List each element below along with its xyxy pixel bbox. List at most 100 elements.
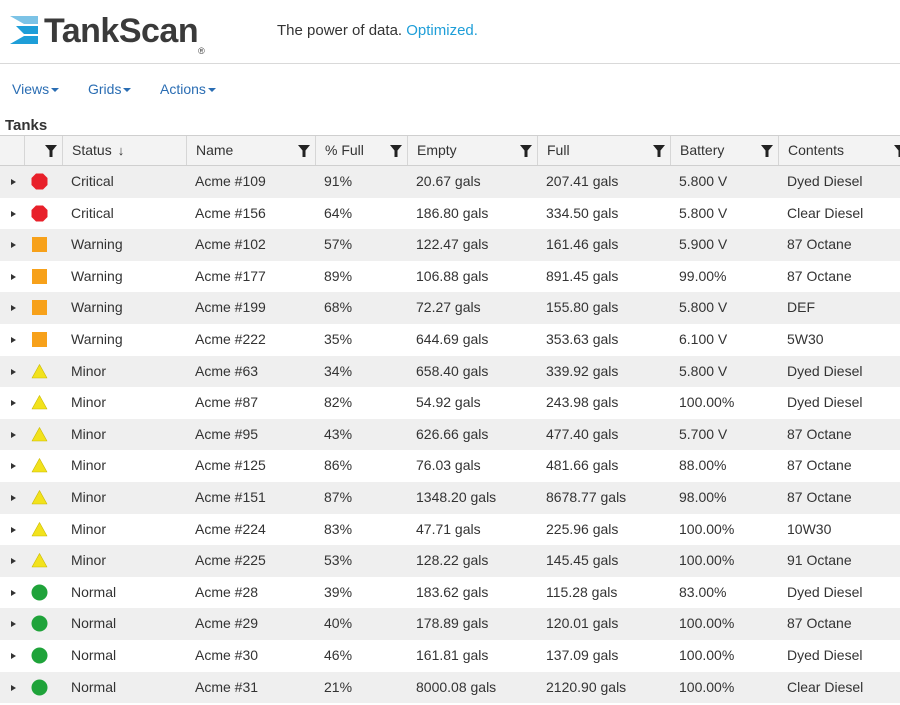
table-row[interactable]: Normal Acme #29 40% 178.89 gals 120.01 gals 1…	[0, 608, 900, 640]
table-row[interactable]: Warning Acme #102 57% 122.47 gals 161.46 gal…	[0, 229, 900, 261]
empty-cell: 76.03 gals	[416, 457, 481, 474]
app-name: TankScan	[44, 12, 199, 50]
column-header-battery[interactable]: Battery	[671, 136, 779, 165]
status-icon-column-header[interactable]	[25, 136, 63, 165]
minor-triangle-icon	[31, 490, 48, 505]
filter-icon[interactable]	[653, 145, 665, 157]
filter-icon[interactable]	[45, 145, 57, 157]
column-header-empty[interactable]: Empty	[408, 136, 538, 165]
pct-full-cell: 91%	[324, 173, 353, 189]
expander-column-header	[0, 136, 25, 165]
filter-icon[interactable]	[390, 145, 402, 157]
warning-square-icon	[32, 331, 47, 347]
expand-row-icon[interactable]	[11, 242, 16, 249]
full-cell: 207.41 gals	[546, 173, 619, 189]
table-row[interactable]: Normal Acme #30 46% 161.81 gals 137.09 gals 1…	[0, 640, 900, 672]
empty-cell: 106.88 gals	[416, 267, 489, 284]
table-row[interactable]: Minor Acme #95 43% 626.66 gals 477.40 gals 5.…	[0, 418, 900, 451]
expand-row-icon[interactable]	[11, 463, 16, 470]
table-row[interactable]: Minor Acme #87 82% 54.92 gals 243.98 gals 100…	[0, 387, 900, 419]
status-cell: Critical	[71, 173, 114, 189]
normal-circle-icon	[31, 615, 48, 632]
name-cell: Acme #87	[195, 394, 259, 411]
battery-cell: 5.800 V	[679, 362, 728, 379]
table-row[interactable]: Normal Acme #31 21% 8000.08 gals 2120.90 gal…	[0, 671, 900, 704]
column-header-pct-full[interactable]: % Full	[316, 136, 408, 165]
empty-cell: 54.92 gals	[416, 394, 481, 411]
filter-icon[interactable]	[520, 145, 532, 157]
views-menu[interactable]: Views	[12, 80, 60, 98]
expand-row-icon[interactable]	[11, 558, 16, 565]
tankscan-logo-icon	[10, 16, 38, 44]
grids-menu[interactable]: Grids	[88, 80, 132, 98]
name-cell: Acme #95	[195, 425, 259, 442]
table-row[interactable]: Warning Acme #177 89% 106.88 gals 891.45 gal…	[0, 261, 900, 293]
column-header-status[interactable]: Status ↓	[63, 136, 187, 165]
actions-menu-label: Actions	[160, 81, 206, 97]
expand-row-icon[interactable]	[11, 494, 16, 501]
full-cell: 161.46 gals	[546, 236, 619, 253]
filter-icon[interactable]	[894, 145, 900, 157]
normal-circle-icon	[31, 679, 48, 695]
views-menu-label: Views	[12, 81, 50, 97]
expand-row-icon[interactable]	[11, 652, 16, 659]
expand-row-icon[interactable]	[11, 684, 16, 691]
full-cell: 145.45 gals	[546, 552, 619, 569]
expand-row-icon[interactable]	[11, 210, 16, 217]
table-row[interactable]: Minor Acme #125 86% 76.03 gals 481.66 gals 88…	[0, 450, 900, 482]
expand-row-icon[interactable]	[11, 336, 16, 343]
contents-cell: Clear Diesel	[787, 204, 864, 221]
battery-cell: 5.700 V	[679, 425, 728, 442]
table-row[interactable]: Critical Acme #156 64% 186.80 gals 334.50 ga…	[0, 198, 900, 230]
contents-cell: 91 Octane	[787, 552, 852, 569]
expand-row-icon[interactable]	[11, 400, 16, 407]
status-cell: Minor	[71, 520, 107, 537]
filter-icon[interactable]	[298, 145, 310, 157]
column-header-status-label: Status	[72, 142, 112, 158]
table-row[interactable]: Minor Acme #63 34% 658.40 gals 339.92 gals 5.…	[0, 355, 900, 388]
status-cell: Normal	[71, 646, 117, 663]
empty-cell: 178.89 gals	[416, 615, 489, 632]
table-row[interactable]: Warning Acme #222 35% 644.69 gals 353.63 gal…	[0, 324, 900, 356]
expand-row-icon[interactable]	[11, 621, 16, 628]
status-cell: Minor	[71, 362, 107, 379]
trademark-symbol: ®	[198, 46, 205, 56]
tagline-accent: Optimized.	[406, 22, 478, 39]
pct-full-cell: 87%	[324, 488, 353, 505]
minor-triangle-icon	[31, 521, 48, 536]
name-cell: Acme #224	[195, 520, 266, 537]
column-header-name[interactable]: Name	[187, 136, 316, 165]
filter-icon[interactable]	[761, 145, 773, 157]
warning-square-icon	[32, 237, 47, 253]
status-cell: Warning	[71, 236, 123, 253]
table-row[interactable]: Minor Acme #224 83% 47.71 gals 225.96 gals 10…	[0, 514, 900, 546]
pct-full-cell: 83%	[324, 520, 353, 537]
expand-row-icon[interactable]	[11, 431, 16, 438]
table-row[interactable]: Minor Acme #151 87% 1348.20 gals 8678.77 gal…	[0, 481, 900, 514]
full-cell: 891.45 gals	[546, 267, 619, 284]
table-row[interactable]: Normal Acme #28 39% 183.62 gals 115.28 gals 8…	[0, 577, 900, 609]
contents-cell: DEF	[787, 299, 815, 316]
minor-triangle-icon	[31, 363, 48, 378]
actions-menu[interactable]: Actions	[160, 80, 216, 98]
minor-triangle-icon	[31, 553, 48, 568]
expand-row-icon[interactable]	[11, 589, 16, 596]
expand-row-icon[interactable]	[11, 526, 16, 533]
table-row[interactable]: Warning Acme #199 68% 72.27 gals 155.80 gals…	[0, 292, 900, 324]
table-row[interactable]: Minor Acme #225 53% 128.22 gals 145.45 gals 1…	[0, 545, 900, 577]
contents-cell: Dyed Diesel	[787, 583, 863, 600]
expand-row-icon[interactable]	[11, 368, 16, 375]
status-cell: Critical	[71, 204, 114, 221]
column-header-contents[interactable]: Contents	[779, 136, 900, 165]
expand-row-icon[interactable]	[11, 273, 16, 280]
table-row[interactable]: Critical Acme #109 91% 20.67 gals 207.41 gal…	[0, 166, 900, 198]
name-cell: Acme #125	[195, 457, 266, 474]
normal-circle-icon	[31, 584, 48, 601]
column-header-full[interactable]: Full	[538, 136, 671, 165]
expand-row-icon[interactable]	[11, 179, 16, 185]
warning-square-icon	[32, 268, 47, 284]
contents-cell: Dyed Diesel	[787, 646, 863, 663]
empty-cell: 128.22 gals	[416, 552, 489, 569]
expand-row-icon[interactable]	[11, 305, 16, 312]
status-cell: Minor	[71, 552, 107, 569]
